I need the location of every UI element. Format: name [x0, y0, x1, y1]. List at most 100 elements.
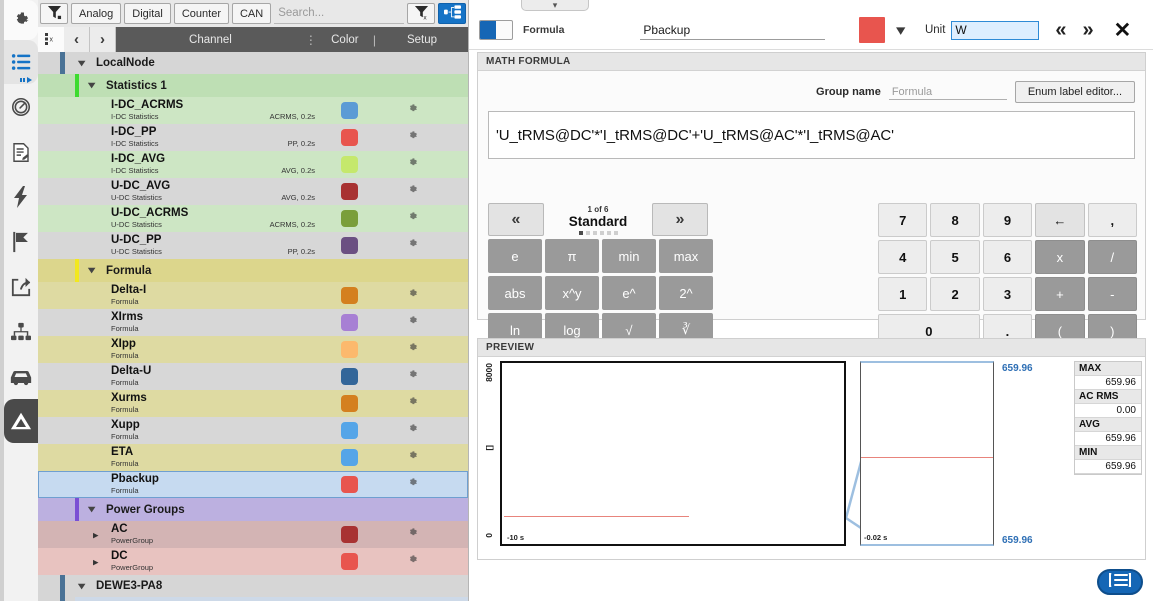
filter-can-button[interactable]: CAN	[232, 3, 271, 24]
channel-setup-cell[interactable]	[379, 526, 445, 544]
column-chooser-button[interactable]: x	[38, 27, 64, 52]
color-swatch[interactable]	[341, 395, 358, 412]
numeric-key[interactable]: /	[1088, 240, 1137, 274]
gear-icon[interactable]	[406, 449, 419, 467]
function-key[interactable]: abs	[488, 276, 542, 310]
unit-input[interactable]	[951, 21, 1039, 40]
page-dot[interactable]	[614, 231, 618, 235]
function-key[interactable]: e	[488, 239, 542, 273]
filter-button[interactable]	[40, 3, 68, 24]
channel-row[interactable]: Delta-UFormula	[38, 363, 468, 390]
channel-color-cell[interactable]	[319, 287, 379, 304]
channel-row[interactable]: U-DC_ACRMSU-DC StatisticsACRMS, 0.2s	[38, 205, 468, 232]
channel-color-cell[interactable]	[319, 553, 379, 570]
gear-icon[interactable]	[406, 287, 419, 305]
sidebar-item-dewesoft[interactable]	[4, 399, 38, 443]
color-swatch[interactable]	[341, 210, 358, 227]
channel-list-toggle-button[interactable]	[1097, 569, 1143, 595]
column-resize-handle[interactable]: ⋮	[305, 33, 317, 47]
function-key[interactable]: e^	[602, 276, 656, 310]
function-key[interactable]: x^y	[545, 276, 599, 310]
filter-counter-button[interactable]: Counter	[174, 3, 229, 24]
tree-view-button[interactable]	[438, 3, 466, 24]
chevron-down-icon[interactable]: ▾	[896, 21, 905, 39]
page-dot[interactable]	[593, 231, 597, 235]
gear-icon[interactable]	[406, 476, 419, 494]
channel-row[interactable]: ETAFormula	[38, 444, 468, 471]
channel-setup-cell[interactable]	[379, 129, 445, 147]
color-swatch[interactable]	[341, 102, 358, 119]
panel-collapse-handle[interactable]: ▾	[521, 0, 589, 11]
color-swatch[interactable]	[341, 156, 358, 173]
sidebar-item-measure[interactable]	[4, 85, 38, 129]
color-swatch[interactable]	[341, 526, 358, 543]
preview-chart-main[interactable]: -10 s	[500, 361, 846, 546]
color-swatch[interactable]	[341, 314, 358, 331]
channel-row[interactable]: I-DC_PPI-DC StatisticsPP, 0.2s	[38, 124, 468, 151]
gear-icon[interactable]	[406, 395, 419, 413]
sidebar-item-network[interactable]	[4, 310, 38, 354]
numeric-key[interactable]: ,	[1088, 203, 1137, 237]
color-swatch[interactable]	[341, 237, 358, 254]
channel-setup-cell[interactable]	[379, 314, 445, 332]
channel-setup-cell[interactable]	[379, 237, 445, 255]
channel-row[interactable]: PbackupFormula	[38, 471, 468, 498]
group-name-input[interactable]	[889, 85, 1007, 100]
sidebar-item-report[interactable]	[4, 130, 38, 174]
numeric-key[interactable]: 2	[930, 277, 979, 311]
channel-color-swatch[interactable]	[859, 17, 885, 43]
channel-row[interactable]: ▸DCPowerGroup	[38, 548, 468, 575]
channel-row[interactable]: XIrmsFormula	[38, 309, 468, 336]
sidebar-item-channel-list[interactable]	[4, 40, 38, 84]
channel-tree-scroll[interactable]: ▾ LocalNode ▾Statistics 1I-DC_ACRMSI-DC …	[38, 52, 468, 601]
gear-icon[interactable]	[406, 368, 419, 386]
function-key[interactable]: 2^	[659, 276, 713, 310]
filter-digital-button[interactable]: Digital	[124, 3, 171, 24]
column-header-setup[interactable]: Setup	[376, 34, 468, 46]
channel-color-cell[interactable]	[319, 395, 379, 412]
channel-setup-cell[interactable]	[379, 368, 445, 386]
numeric-key[interactable]: 3	[983, 277, 1032, 311]
clear-filter-button[interactable]: x	[407, 3, 435, 24]
numeric-key[interactable]: 6	[983, 240, 1032, 274]
gear-icon[interactable]	[406, 129, 419, 147]
numeric-key[interactable]: 4	[878, 240, 927, 274]
channel-color-cell[interactable]	[319, 368, 379, 385]
next-page-button[interactable]: ›	[90, 27, 116, 52]
color-swatch[interactable]	[341, 368, 358, 385]
backspace-key[interactable]: ←	[1035, 203, 1084, 237]
keypad-next-page-button[interactable]: »	[652, 203, 708, 236]
channel-setup-cell[interactable]	[379, 422, 445, 440]
function-key[interactable]: max	[659, 239, 713, 273]
channel-setup-cell[interactable]	[379, 102, 445, 120]
channel-color-cell[interactable]	[319, 476, 379, 493]
keypad-prev-page-button[interactable]: «	[488, 203, 544, 236]
color-swatch[interactable]	[341, 341, 358, 358]
sidebar-item-marker[interactable]	[4, 220, 38, 264]
gear-icon[interactable]	[406, 422, 419, 440]
gear-icon[interactable]	[406, 314, 419, 332]
filter-analog-button[interactable]: Analog	[71, 3, 121, 24]
gear-icon[interactable]	[406, 237, 419, 255]
gear-icon[interactable]	[406, 341, 419, 359]
channel-setup-cell[interactable]	[379, 156, 445, 174]
function-key[interactable]: π	[545, 239, 599, 273]
sidebar-item-settings[interactable]	[4, 0, 38, 40]
previous-channel-button[interactable]: «	[1055, 20, 1066, 40]
channel-setup-cell[interactable]	[379, 476, 445, 494]
column-header-color[interactable]: Color	[317, 34, 373, 46]
channel-color-cell[interactable]	[319, 183, 379, 200]
page-dot[interactable]	[607, 231, 611, 235]
gear-icon[interactable]	[406, 553, 419, 571]
tree-node-device[interactable]: ▾ DEWE3-PA8	[38, 575, 468, 597]
numeric-key[interactable]: 1	[878, 277, 927, 311]
search-input[interactable]	[274, 3, 404, 24]
channel-color-cell[interactable]	[319, 422, 379, 439]
channel-color-cell[interactable]	[319, 341, 379, 358]
tree-group-header[interactable]: ▾Statistics 1	[38, 74, 468, 97]
color-swatch[interactable]	[341, 476, 358, 493]
channel-row[interactable]: XurmsFormula	[38, 390, 468, 417]
channel-row[interactable]: U-DC_PPU-DC StatisticsPP, 0.2s	[38, 232, 468, 259]
sidebar-item-power[interactable]	[4, 175, 38, 219]
channel-setup-cell[interactable]	[379, 395, 445, 413]
